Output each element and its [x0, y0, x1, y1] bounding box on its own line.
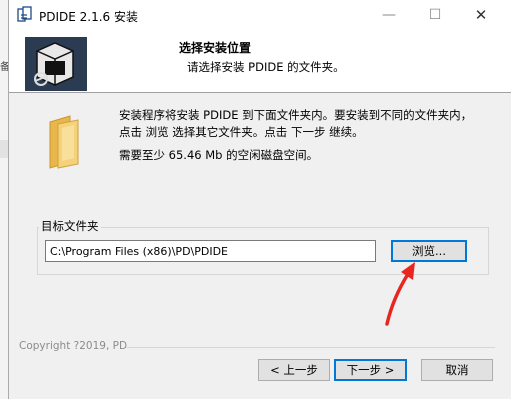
wizard-header: 选择安装位置 请选择安装 PDIDE 的文件夹。 [9, 30, 511, 93]
window-title: PDIDE 2.1.6 安装 [39, 10, 139, 24]
installer-window: PDIDE 2.1.6 安装 — ☐ ✕ 选择安装位置 请选择安装 PDIDE … [8, 0, 511, 399]
folder-icon [49, 115, 79, 169]
back-button[interactable]: < 上一步 [258, 359, 330, 381]
close-button[interactable]: ✕ [458, 0, 504, 30]
background-window: 备 [0, 0, 8, 399]
background-text: 备 [0, 62, 8, 72]
page-title: 选择安装位置 [179, 41, 252, 55]
page-subtitle: 请选择安装 PDIDE 的文件夹。 [187, 60, 345, 74]
footer-divider [127, 347, 495, 348]
description-line-2: 点击 浏览 选择其它文件夹。点击 下一步 继续。 [119, 125, 364, 139]
next-button[interactable]: 下一步 > [334, 359, 407, 381]
cancel-button[interactable]: 取消 [421, 359, 493, 381]
maximize-button[interactable]: ☐ [412, 0, 458, 30]
destination-label: 目标文件夹 [39, 218, 101, 234]
title-bar: PDIDE 2.1.6 安装 — ☐ ✕ [9, 0, 511, 30]
app-icon [17, 6, 32, 22]
space-required-text: 需要至少 65.46 Mb 的空闲磁盘空间。 [119, 148, 319, 162]
installer-logo-icon [25, 37, 87, 91]
minimize-button[interactable]: — [366, 0, 412, 30]
description-line-1: 安装程序将安装 PDIDE 到下面文件夹内。要安装到不同的文件夹内， [119, 108, 473, 122]
destination-path-input[interactable] [45, 240, 376, 262]
red-arrow-annotation [385, 262, 415, 326]
install-description: 安装程序将安装 PDIDE 到下面文件夹内。要安装到不同的文件夹内， 点击 浏览… [119, 107, 499, 141]
background-bar [0, 140, 8, 158]
copyright-text: Copyright ?2019, PD [19, 340, 128, 352]
